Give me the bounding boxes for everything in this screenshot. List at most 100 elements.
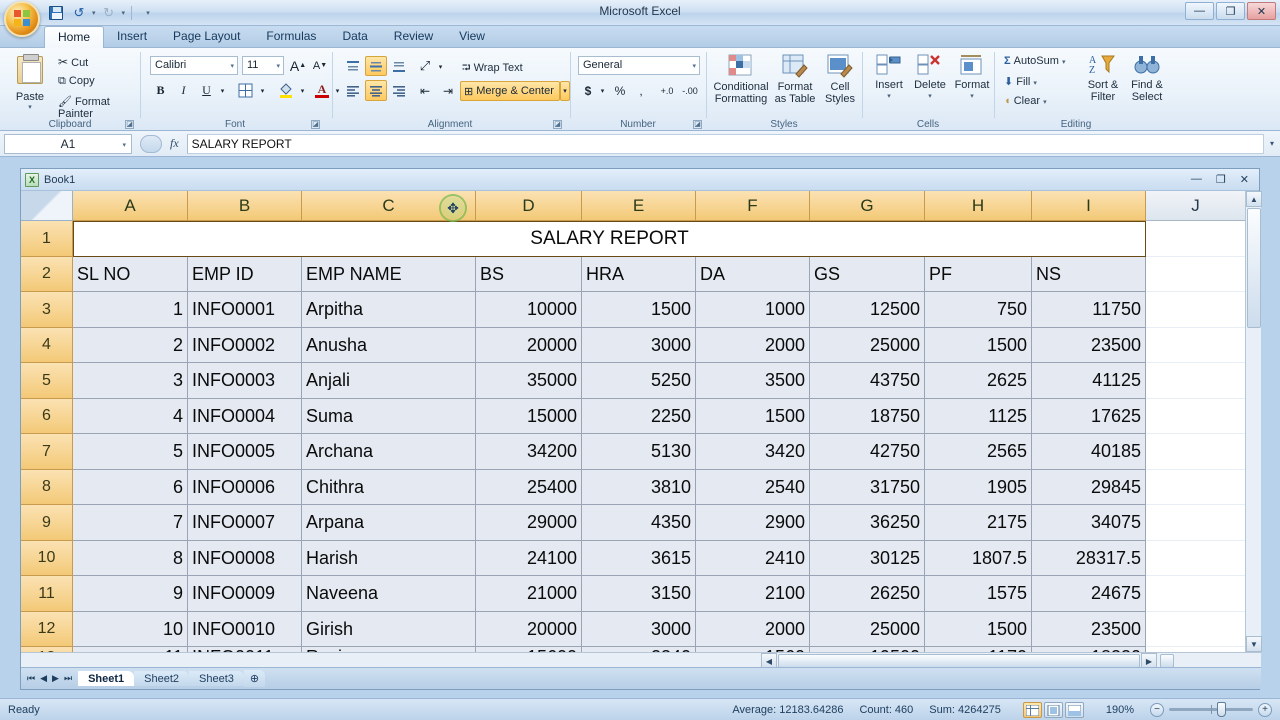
- cell-header-G2[interactable]: GS: [810, 257, 925, 292]
- cell-B3[interactable]: INFO0001: [188, 292, 302, 328]
- cell-A12[interactable]: 10: [73, 612, 188, 647]
- top-align-button[interactable]: [342, 56, 364, 76]
- formula-input[interactable]: SALARY REPORT: [186, 133, 1264, 154]
- column-header-h[interactable]: H: [925, 191, 1032, 221]
- cell-G9[interactable]: 36250: [810, 505, 925, 541]
- column-header-b[interactable]: B: [188, 191, 302, 221]
- cell-B5[interactable]: INFO0003: [188, 363, 302, 399]
- cell-G5[interactable]: 43750: [810, 363, 925, 399]
- page-break-view-button[interactable]: [1064, 701, 1084, 718]
- format-dropdown-icon[interactable]: ▾: [952, 91, 992, 103]
- align-center-button[interactable]: [365, 80, 387, 101]
- cell-header-H2[interactable]: PF: [925, 257, 1032, 292]
- cell-F10[interactable]: 2410: [696, 541, 810, 576]
- cell-j1[interactable]: [1146, 221, 1246, 257]
- cell-D4[interactable]: 20000: [476, 328, 582, 363]
- cell-J6[interactable]: [1146, 399, 1246, 434]
- fill-color-button[interactable]: [274, 80, 297, 101]
- row-header-12[interactable]: 12: [21, 612, 73, 647]
- grow-font-button[interactable]: A ▲: [288, 56, 308, 75]
- bold-button[interactable]: B: [150, 80, 171, 101]
- zoom-slider[interactable]: − +: [1150, 702, 1272, 717]
- delete-cells-button[interactable]: Delete ▾: [910, 54, 950, 103]
- cell-I8[interactable]: 29845: [1032, 470, 1146, 505]
- workbook-minimize-button[interactable]: —: [1191, 173, 1202, 186]
- restore-button[interactable]: ❐: [1216, 2, 1245, 20]
- cell-A8[interactable]: 6: [73, 470, 188, 505]
- tab-formulas[interactable]: Formulas: [253, 26, 329, 48]
- workbook-close-button[interactable]: ✕: [1240, 173, 1249, 186]
- cell-C7[interactable]: Archana: [302, 434, 476, 470]
- conditional-formatting-button[interactable]: Conditional Formatting: [712, 54, 770, 105]
- scroll-up-button[interactable]: ▲: [1246, 191, 1262, 207]
- cell-F9[interactable]: 2900: [696, 505, 810, 541]
- cell-C12[interactable]: Girish: [302, 612, 476, 647]
- select-all-corner[interactable]: [21, 191, 73, 221]
- cell-D10[interactable]: 24100: [476, 541, 582, 576]
- cell-E9[interactable]: 4350: [582, 505, 696, 541]
- cell-E10[interactable]: 3615: [582, 541, 696, 576]
- column-header-d[interactable]: D: [476, 191, 582, 221]
- cell-I7[interactable]: 40185: [1032, 434, 1146, 470]
- minimize-button[interactable]: —: [1185, 2, 1214, 20]
- number-format-combo[interactable]: General ▾: [578, 56, 700, 75]
- column-header-i[interactable]: I: [1032, 191, 1146, 221]
- cell-C10[interactable]: Harish: [302, 541, 476, 576]
- cell-I11[interactable]: 24675: [1032, 576, 1146, 612]
- cell-E6[interactable]: 2250: [582, 399, 696, 434]
- column-header-g[interactable]: G: [810, 191, 925, 221]
- split-handle[interactable]: [1160, 654, 1174, 668]
- font-dialog-launcher[interactable]: ◪: [311, 120, 320, 129]
- cell-H6[interactable]: 1125: [925, 399, 1032, 434]
- cell-C9[interactable]: Arpana: [302, 505, 476, 541]
- cell-H3[interactable]: 750: [925, 292, 1032, 328]
- cell-styles-button[interactable]: Cell Styles: [820, 54, 860, 105]
- format-cells-button[interactable]: Format ▾: [952, 54, 992, 103]
- paste-button[interactable]: Paste ▾: [8, 54, 52, 111]
- tab-home[interactable]: Home: [44, 26, 105, 48]
- cell-I10[interactable]: 28317.5: [1032, 541, 1146, 576]
- cell-D9[interactable]: 29000: [476, 505, 582, 541]
- cell-J5[interactable]: [1146, 363, 1246, 399]
- tab-insert[interactable]: Insert: [104, 26, 160, 48]
- font-color-button[interactable]: A: [312, 80, 332, 101]
- cell-a1-merged-title[interactable]: SALARY REPORT: [73, 221, 1146, 257]
- cell-header-C2[interactable]: EMP NAME: [302, 257, 476, 292]
- row-header-6[interactable]: 6: [21, 399, 73, 434]
- tab-review[interactable]: Review: [381, 26, 446, 48]
- cell-H5[interactable]: 2625: [925, 363, 1032, 399]
- italic-button[interactable]: I: [173, 80, 194, 101]
- row-header-8[interactable]: 8: [21, 470, 73, 505]
- font-name-combo[interactable]: Calibri ▾: [150, 56, 238, 75]
- cell-H12[interactable]: 1500: [925, 612, 1032, 647]
- cell-J8[interactable]: [1146, 470, 1246, 505]
- office-button[interactable]: [4, 1, 40, 37]
- delete-dropdown-icon[interactable]: ▾: [910, 91, 950, 103]
- wrap-text-button[interactable]: ⮒ Wrap Text: [462, 59, 523, 78]
- fill-dropdown-icon[interactable]: ▾: [1033, 80, 1037, 87]
- cell-A3[interactable]: 1: [73, 292, 188, 328]
- insert-function-oval[interactable]: [140, 134, 162, 153]
- cell-G11[interactable]: 26250: [810, 576, 925, 612]
- tab-view[interactable]: View: [446, 26, 498, 48]
- cell-G3[interactable]: 12500: [810, 292, 925, 328]
- merge-center-dropdown[interactable]: ▾: [560, 81, 570, 101]
- cell-H8[interactable]: 1905: [925, 470, 1032, 505]
- fill-button[interactable]: ⬇ Fill ▾: [1004, 75, 1037, 88]
- borders-button[interactable]: [234, 80, 257, 101]
- cell-E11[interactable]: 3150: [582, 576, 696, 612]
- cell-A6[interactable]: 4: [73, 399, 188, 434]
- row-header-10[interactable]: 10: [21, 541, 73, 576]
- insert-worksheet-button[interactable]: ⊕: [243, 670, 266, 687]
- row-header-7[interactable]: 7: [21, 434, 73, 470]
- column-header-e[interactable]: E: [582, 191, 696, 221]
- cell-B4[interactable]: INFO0002: [188, 328, 302, 363]
- cell-G12[interactable]: 25000: [810, 612, 925, 647]
- cell-G8[interactable]: 31750: [810, 470, 925, 505]
- cell-D6[interactable]: 15000: [476, 399, 582, 434]
- last-sheet-button[interactable]: ⏭: [62, 673, 74, 684]
- cell-C5[interactable]: Anjali: [302, 363, 476, 399]
- cell-J10[interactable]: [1146, 541, 1246, 576]
- cell-I12[interactable]: 23500: [1032, 612, 1146, 647]
- cell-E4[interactable]: 3000: [582, 328, 696, 363]
